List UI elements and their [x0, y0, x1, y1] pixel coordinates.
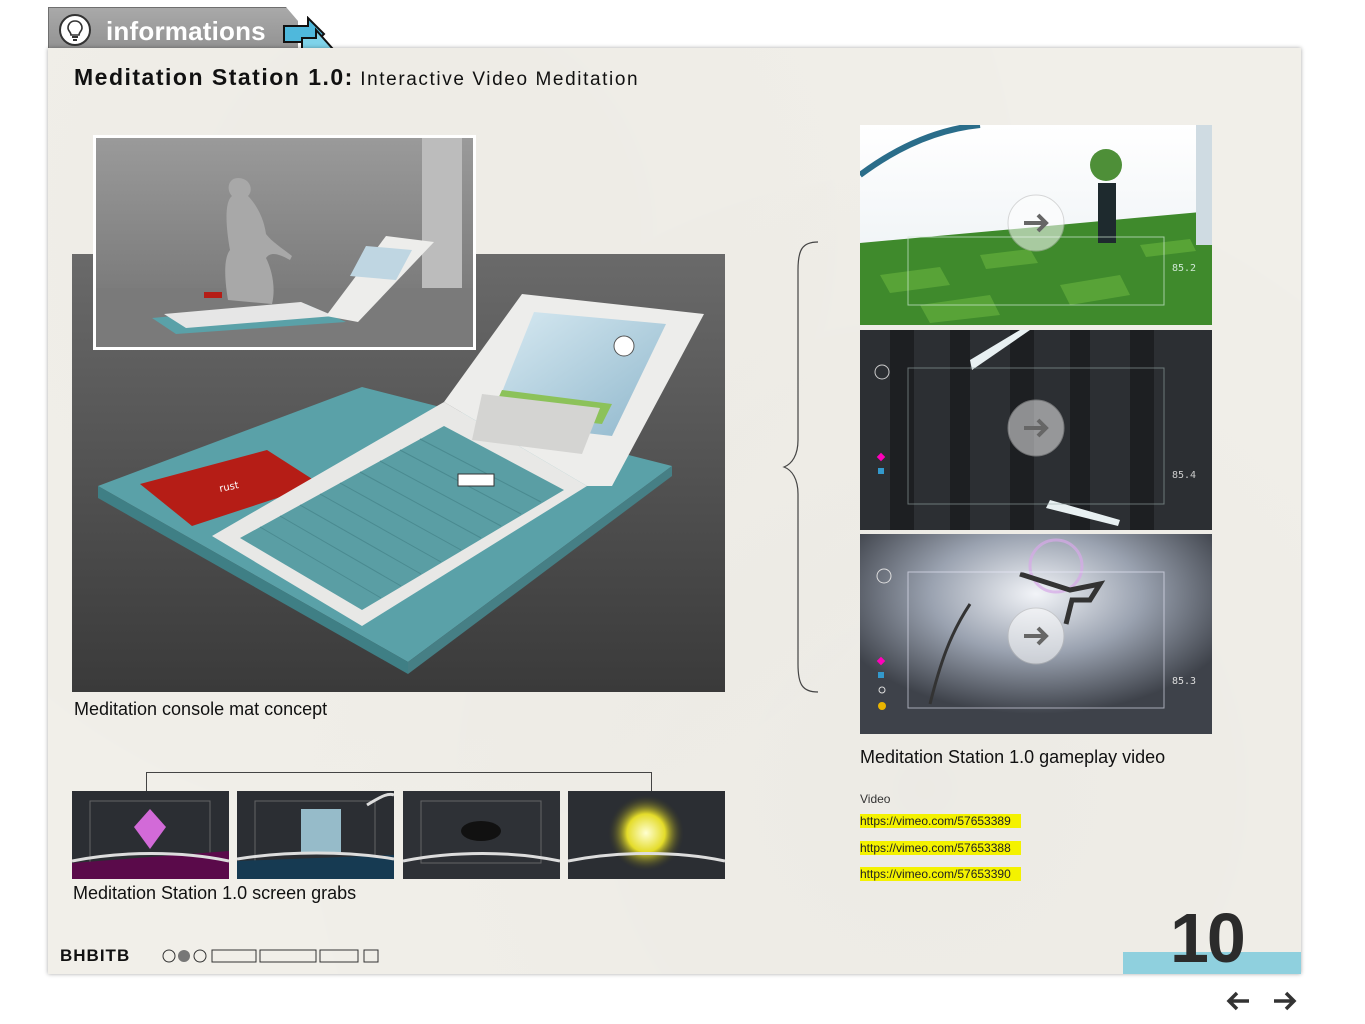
brace-icon	[782, 241, 819, 693]
next-arrow-icon[interactable]	[1272, 990, 1298, 1012]
footer-logo: BHBITB	[60, 946, 131, 965]
video-link-1[interactable]: https://vimeo.com/57653389	[860, 814, 1021, 828]
grabs-connector	[146, 772, 652, 791]
title-main: Meditation Station 1.0:	[74, 64, 354, 90]
video-link-3[interactable]: https://vimeo.com/57653390	[860, 867, 1021, 881]
tab-label: informations	[106, 16, 266, 46]
page-title: Meditation Station 1.0: Interactive Vide…	[74, 64, 639, 91]
frame-readout: 85.4	[1172, 470, 1196, 481]
screen-grab-4[interactable]	[568, 791, 725, 879]
screen-grab-3[interactable]	[403, 791, 560, 879]
gameplay-frame-2[interactable]: 85.4	[860, 330, 1212, 530]
screen-grab-2[interactable]	[237, 791, 394, 879]
video-link-2[interactable]: https://vimeo.com/57653388	[860, 841, 1021, 855]
page-number: 10	[1170, 899, 1246, 977]
video-label: Video	[860, 792, 891, 806]
grabs-caption: Meditation Station 1.0 screen grabs	[73, 883, 357, 903]
play-button-icon	[1007, 194, 1065, 252]
mat-concept-caption: Meditation console mat concept	[74, 699, 328, 719]
play-button-icon	[1007, 399, 1065, 457]
title-sub: Interactive Video Meditation	[360, 69, 640, 90]
partner-logos-icon	[162, 949, 379, 963]
gameplay-caption: Meditation Station 1.0 gameplay video	[860, 747, 1166, 767]
play-button-icon	[1007, 607, 1065, 665]
frame-readout: 85.3	[1172, 676, 1196, 687]
kneeling-figure-inset	[93, 135, 476, 350]
lightbulb-icon	[59, 14, 91, 46]
frame-readout: 85.2	[1172, 263, 1196, 274]
prev-arrow-icon[interactable]	[1225, 990, 1251, 1012]
gameplay-frame-3[interactable]: 85.3	[860, 534, 1212, 734]
gameplay-frame-1[interactable]: 85.2	[860, 125, 1212, 325]
screen-grab-1[interactable]	[72, 791, 229, 879]
